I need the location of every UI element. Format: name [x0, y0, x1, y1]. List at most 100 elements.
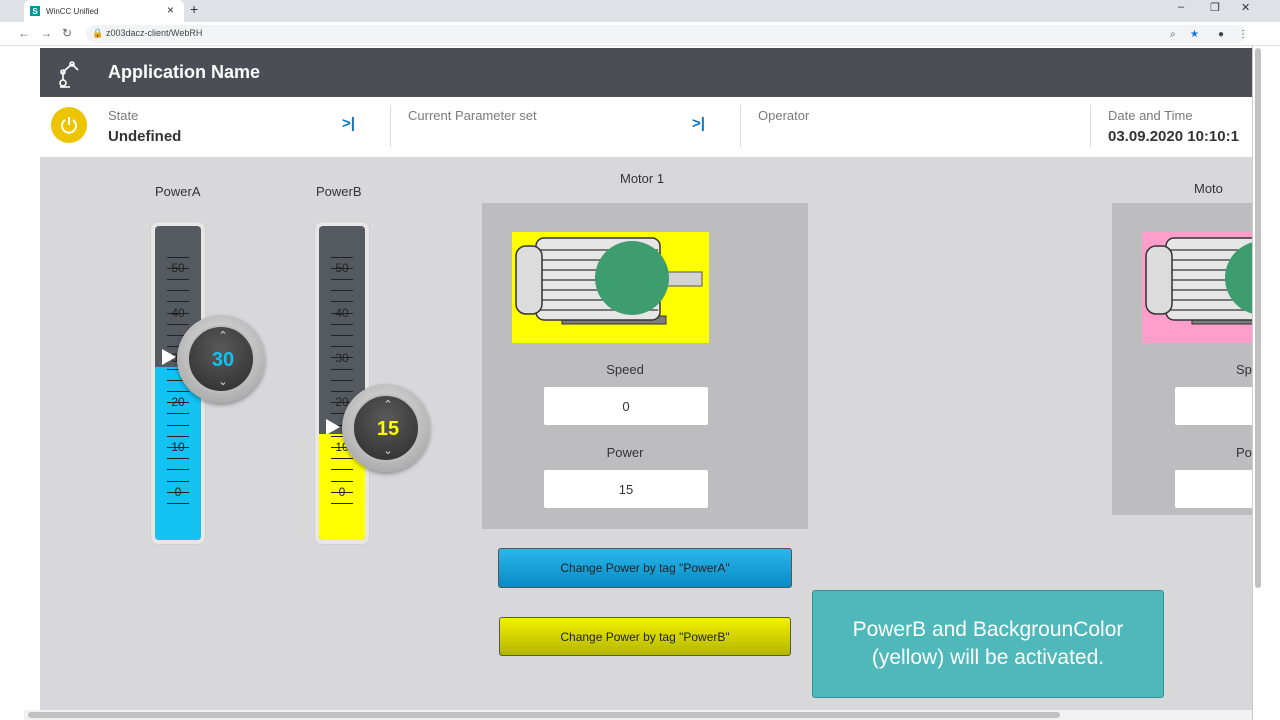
tick-mark	[331, 312, 353, 314]
tick-mark	[331, 357, 353, 359]
change-power-a-button[interactable]: Change Power by tag "PowerA"	[498, 548, 792, 588]
address-bar: ← → ↻ 🔒 z003dacz-client/WebRH ⌕ ★ ● ⋮	[0, 22, 1280, 46]
tick-mark	[331, 391, 353, 392]
motor-icon	[1145, 237, 1252, 325]
tick-mark	[331, 458, 353, 460]
forward-icon[interactable]: →	[40, 26, 52, 40]
tick-mark	[167, 279, 189, 280]
chevron-down-icon[interactable]: ⌄	[354, 444, 422, 457]
tick-mark	[167, 301, 189, 303]
powerb-label: PowerB	[316, 184, 362, 199]
tick-mark	[167, 413, 189, 415]
power-label: Po	[1236, 445, 1252, 460]
lock-icon: 🔒	[92, 28, 104, 38]
power-field[interactable]: 15	[543, 469, 709, 509]
tick-mark	[331, 491, 353, 493]
tick-mark	[167, 447, 189, 448]
tick-mark	[331, 290, 353, 292]
url-field[interactable]: 🔒 z003dacz-client/WebRH ⌕ ★ ● ⋮	[86, 25, 1248, 43]
divider	[1090, 105, 1091, 147]
state-value: Undefined	[108, 128, 182, 145]
minimize-icon[interactable]: –	[1178, 1, 1184, 13]
operator-label: Operator	[758, 108, 810, 123]
tick-mark	[331, 256, 353, 258]
tick-mark	[331, 346, 353, 348]
speed-field[interactable]: 0	[543, 386, 709, 426]
profile-icon[interactable]: ●	[1218, 29, 1224, 40]
close-window-icon[interactable]: ✕	[1241, 1, 1250, 14]
tick-mark	[167, 267, 189, 269]
powerb-gauge[interactable]: 50403020100	[314, 221, 370, 545]
bookmark-star-icon[interactable]: ★	[1190, 29, 1199, 40]
motor1-title: Motor 1	[620, 171, 665, 186]
tick-mark	[331, 301, 353, 303]
tick-mark	[167, 256, 189, 258]
speed-field[interactable]	[1174, 386, 1252, 426]
tick-mark	[331, 267, 353, 269]
scrollbar-thumb[interactable]	[28, 712, 1060, 718]
power-icon	[61, 117, 77, 134]
restore-icon[interactable]: ❐	[1210, 1, 1220, 14]
tick-mark	[331, 335, 353, 336]
left-margin	[0, 46, 24, 720]
tab-title: WinCC Unified	[46, 6, 99, 16]
knob-face: ⌃ 15 ⌄	[352, 394, 420, 462]
tick-mark	[167, 503, 189, 504]
speed-label: Sp	[1236, 362, 1252, 377]
browser-tab[interactable]: S WinCC Unified ×	[24, 0, 184, 22]
tick-mark	[167, 312, 189, 314]
power-state-button[interactable]	[51, 107, 87, 143]
gauge-track: 50403020100	[319, 226, 365, 540]
speed-label: Speed	[606, 362, 644, 377]
tick-mark	[167, 435, 189, 437]
tick-mark	[167, 290, 189, 292]
tick-mark	[167, 391, 189, 392]
knob-face: ⌃ 30 ⌄	[187, 325, 255, 393]
divider	[390, 105, 391, 147]
motor2-image[interactable]	[1142, 232, 1252, 343]
datetime-label: Date and Time	[1108, 108, 1193, 123]
tick-mark	[167, 323, 189, 325]
powerb-value: 15	[376, 418, 400, 440]
state-expand-icon[interactable]: >|	[342, 115, 355, 132]
motor1-image[interactable]	[512, 232, 709, 343]
new-tab-icon[interactable]: +	[190, 1, 198, 17]
zoom-icon[interactable]: ⌕	[1170, 29, 1176, 40]
menu-kebab-icon[interactable]: ⋮	[1238, 29, 1248, 40]
close-tab-icon[interactable]: ×	[167, 3, 174, 17]
tick-mark	[167, 480, 189, 482]
param-label: Current Parameter set	[408, 108, 537, 123]
horizontal-scrollbar[interactable]	[24, 710, 1252, 720]
app-name: Application Name	[108, 62, 261, 82]
motor-icon	[515, 237, 703, 325]
chevron-up-icon[interactable]: ⌃	[354, 398, 422, 411]
browser-tab-bar: S WinCC Unified × + – ❐ ✕	[0, 0, 1280, 22]
status-bar: State Undefined >| Current Parameter set…	[40, 97, 1252, 155]
gauge-pointer	[326, 419, 340, 435]
divider	[740, 105, 741, 147]
motor2-title: Moto	[1194, 181, 1223, 196]
powera-knob[interactable]: ⌃ 30 ⌄	[177, 315, 265, 403]
powera-label: PowerA	[155, 184, 201, 199]
tick-mark	[331, 279, 353, 280]
gauge-pointer	[162, 349, 176, 365]
param-expand-icon[interactable]: >|	[692, 115, 705, 132]
tick-mark	[331, 323, 353, 325]
vertical-scrollbar[interactable]	[1255, 48, 1261, 588]
power-field[interactable]	[1174, 469, 1252, 509]
datetime-value: 03.09.2020 10:10:1	[1108, 128, 1239, 145]
robot-arm-icon	[59, 61, 79, 88]
powera-value: 30	[211, 349, 235, 371]
change-power-b-button[interactable]: Change Power by tag "PowerB"	[499, 617, 791, 656]
reload-icon[interactable]: ↻	[62, 26, 72, 40]
info-callout: PowerB and BackgrounColor (yellow) will …	[812, 590, 1164, 698]
tick-mark	[167, 491, 189, 493]
motor1-panel: Speed 0 Power 15	[482, 203, 808, 529]
chevron-up-icon[interactable]: ⌃	[189, 329, 257, 342]
powerb-knob[interactable]: ⌃ 15 ⌄	[342, 384, 430, 472]
url-text: z003dacz-client/WebRH	[106, 28, 203, 38]
motor2-panel: Sp Po	[1112, 203, 1252, 515]
back-icon[interactable]: ←	[18, 26, 30, 40]
chevron-down-icon[interactable]: ⌄	[189, 375, 257, 388]
tick-mark	[167, 402, 189, 404]
